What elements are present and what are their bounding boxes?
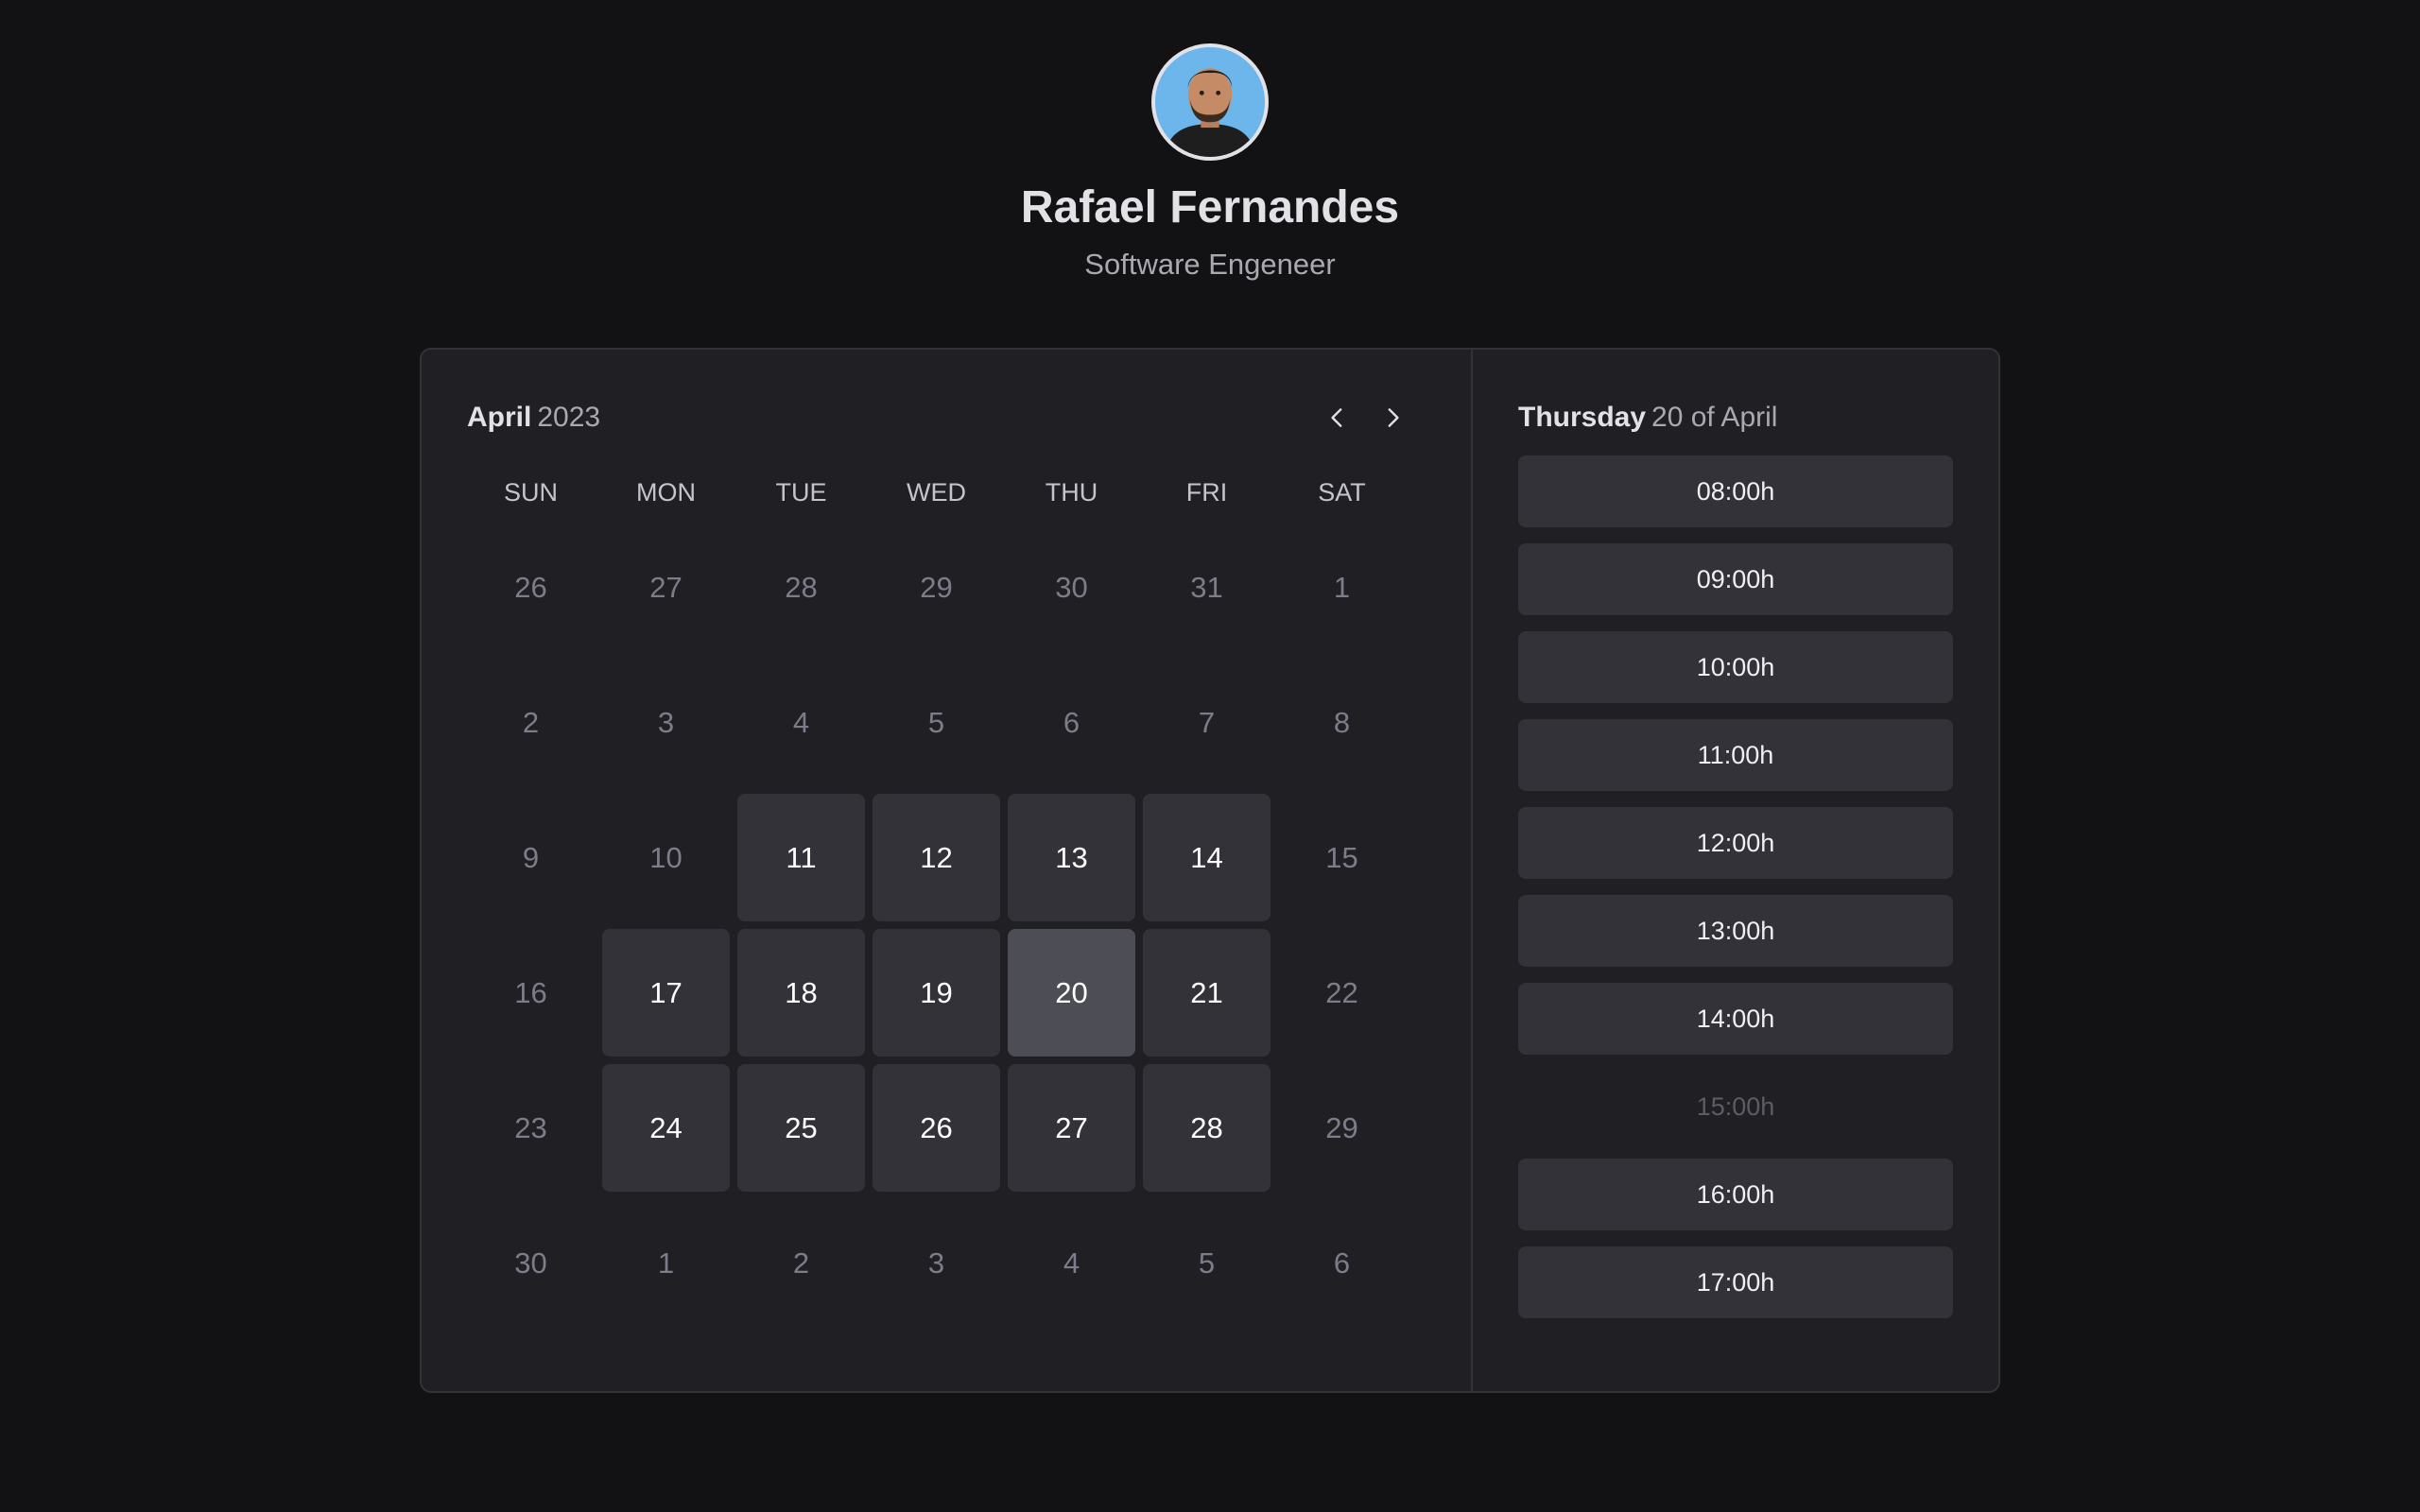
calendar-day-available[interactable]: 14 — [1143, 794, 1270, 921]
calendar-grid: SUN MON TUE WED THU FRI SAT 26 27 28 29 30 31… — [459, 461, 1413, 1334]
calendar-day-available[interactable]: 26 — [873, 1064, 1000, 1192]
calendar-day-disabled: 3 — [657, 705, 675, 739]
calendar-day-disabled: 30 — [514, 1246, 547, 1280]
calendar-day-disabled: 22 — [1325, 975, 1358, 1009]
calendar-day-disabled: 29 — [920, 570, 953, 604]
calendar-day-disabled: 4 — [792, 705, 810, 739]
calendar-day-disabled: 2 — [522, 705, 540, 739]
calendar-day-disabled: 26 — [514, 570, 547, 604]
time-slot-button[interactable]: 16:00h — [1518, 1159, 1953, 1230]
calendar-week-row: 16 17 18 19 20 21 22 — [467, 929, 1406, 1057]
time-slot-button[interactable]: 13:00h — [1518, 895, 1953, 967]
weekday-label: FRI — [1185, 477, 1228, 507]
weekday-label: THU — [1045, 477, 1098, 507]
weekday-label: TUE — [775, 477, 827, 507]
weekday-label: SAT — [1318, 477, 1366, 507]
weekday-row: SUN MON TUE WED THU FRI SAT — [467, 469, 1406, 516]
profile-header: Rafael Fernandes Software Engeneer — [0, 43, 2420, 284]
time-slot-button[interactable]: 14:00h — [1518, 983, 1953, 1055]
calendar-header: April 2023 — [467, 395, 1426, 440]
calendar-day-disabled: 5 — [1198, 1246, 1216, 1280]
time-slot-button[interactable]: 08:00h — [1518, 455, 1953, 527]
scheduling-card: April 2023 SUN MON TUE WED THU FRI SAT 2… — [420, 348, 2000, 1393]
calendar-day-disabled: 5 — [927, 705, 945, 739]
calendar-day-available[interactable]: 12 — [873, 794, 1000, 921]
calendar-day-disabled: 7 — [1198, 705, 1216, 739]
time-slot-list: 08:00h 09:00h 10:00h 11:00h 12:00h 13:00h 14:0… — [1518, 455, 1953, 1318]
calendar-day-disabled: 6 — [1063, 705, 1080, 739]
selected-weekday: Thursday — [1518, 402, 1647, 433]
calendar-day-disabled: 15 — [1325, 840, 1358, 874]
time-picker: Thursday 20 of April 08:00h 09:00h 10:00h 11… — [1471, 350, 1998, 1391]
calendar-day-available[interactable]: 24 — [602, 1064, 730, 1192]
calendar-day-disabled: 23 — [514, 1110, 547, 1144]
calendar-day-disabled: 28 — [785, 570, 818, 604]
calendar-day-available[interactable]: 28 — [1143, 1064, 1270, 1192]
calendar-day-disabled: 27 — [649, 570, 683, 604]
calendar-day-available[interactable]: 19 — [873, 929, 1000, 1057]
calendar-day-disabled: 3 — [927, 1246, 945, 1280]
calendar-nav — [1322, 399, 1409, 437]
time-slot-button[interactable]: 11:00h — [1518, 719, 1953, 791]
next-month-button[interactable] — [1376, 399, 1409, 437]
calendar-week-row: 23 24 25 26 27 28 29 — [467, 1064, 1406, 1192]
calendar-day-disabled: 16 — [514, 975, 547, 1009]
calendar-year: 2023 — [537, 402, 601, 433]
weekday-label: MON — [636, 477, 696, 507]
calendar-day-available[interactable]: 18 — [737, 929, 865, 1057]
avatar — [1151, 43, 1269, 161]
calendar-week-row: 30 1 2 3 4 5 6 — [467, 1199, 1406, 1327]
time-slot-button[interactable]: 09:00h — [1518, 543, 1953, 615]
profile-role: Software Engeneer — [1084, 248, 1336, 281]
calendar-day-disabled: 2 — [792, 1246, 810, 1280]
time-slot-button[interactable]: 17:00h — [1518, 1246, 1953, 1318]
calendar-day-available[interactable]: 11 — [737, 794, 865, 921]
profile-name: Rafael Fernandes — [1020, 182, 1400, 232]
calendar-day-available[interactable]: 27 — [1008, 1064, 1135, 1192]
calendar-day-disabled: 31 — [1190, 570, 1223, 604]
calendar-day-disabled: 8 — [1333, 705, 1351, 739]
weekday-label: SUN — [503, 477, 558, 507]
chevron-left-icon — [1331, 408, 1342, 427]
previous-month-button[interactable] — [1322, 399, 1354, 437]
calendar-day-disabled: 1 — [1333, 570, 1351, 604]
calendar-week-row: 26 27 28 29 30 31 1 — [467, 524, 1406, 651]
calendar-day-disabled: 9 — [522, 840, 540, 874]
chevron-right-icon — [1388, 408, 1399, 427]
calendar-day-disabled: 1 — [657, 1246, 675, 1280]
selected-date: 20 of April — [1651, 402, 1778, 433]
time-slot-unavailable: 15:00h — [1696, 1091, 1775, 1121]
avatar-image — [1155, 47, 1265, 157]
calendar-week-row: 9 10 11 12 13 14 15 — [467, 794, 1406, 921]
weekday-label: WED — [907, 477, 966, 507]
time-slot-button[interactable]: 12:00h — [1518, 807, 1953, 879]
calendar-day-disabled: 4 — [1063, 1246, 1080, 1280]
calendar-day-disabled: 30 — [1055, 570, 1088, 604]
calendar-week-row: 2 3 4 5 6 7 8 — [467, 659, 1406, 786]
calendar-day-available[interactable]: 13 — [1008, 794, 1135, 921]
calendar-day-available[interactable]: 21 — [1143, 929, 1270, 1057]
calendar-day-disabled: 10 — [649, 840, 683, 874]
calendar-title: April 2023 — [467, 402, 600, 434]
calendar-day-selected[interactable]: 20 — [1008, 929, 1135, 1057]
calendar-day-available[interactable]: 25 — [737, 1064, 865, 1192]
calendar-day-disabled: 29 — [1325, 1110, 1358, 1144]
time-slot-button[interactable]: 10:00h — [1518, 631, 1953, 703]
calendar-day-available[interactable]: 17 — [602, 929, 730, 1057]
calendar-month: April — [467, 402, 532, 433]
time-picker-title: Thursday 20 of April — [1518, 395, 1953, 440]
calendar: April 2023 SUN MON TUE WED THU FRI SAT 2… — [422, 350, 1471, 1391]
calendar-day-disabled: 6 — [1333, 1246, 1351, 1280]
